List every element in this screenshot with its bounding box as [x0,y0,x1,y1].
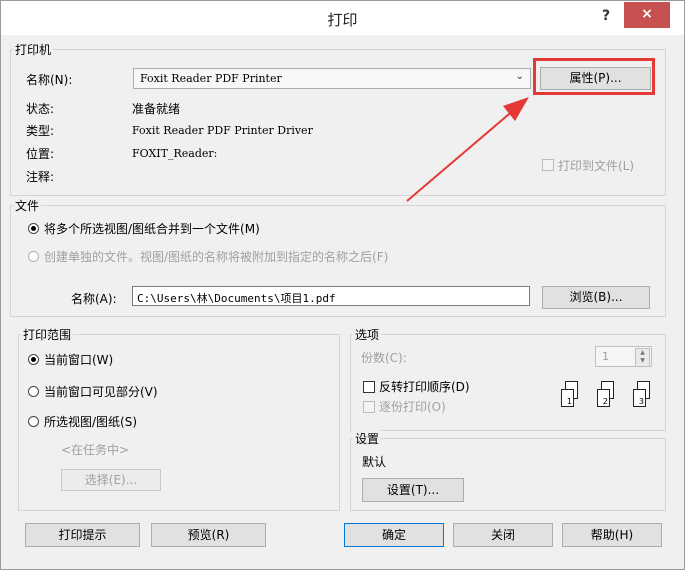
collate-pages-icon: 1 2 3 [561,381,661,417]
reverse-order-label: 反转打印顺序(D) [379,380,470,394]
collate-checkbox[interactable] [363,401,375,413]
page-number-1: 1 [566,397,572,406]
collate-label: 逐份打印(O) [379,400,446,414]
type-value: Foxit Reader PDF Printer Driver [132,124,313,137]
preview-button[interactable]: 预览(R) [151,523,266,547]
spinner-icon[interactable]: ▲ ▼ [635,348,650,367]
printer-name-select[interactable]: Foxit Reader PDF Printer ⌄ [133,68,531,89]
comment-label: 注释: [26,170,55,184]
file-name-value: C:\Users\林\Documents\项目1.pdf [137,292,336,305]
type-label: 类型: [26,124,55,138]
current-window-radio[interactable] [28,354,39,365]
copies-input[interactable]: 1 ▲ ▼ [595,346,652,367]
print-to-file-label: 打印到文件(L) [558,159,635,173]
copies-label: 份数(C): [361,351,407,365]
location-value: FOXIT_Reader: [132,147,218,160]
file-name-input[interactable]: C:\Users\林\Documents\项目1.pdf [132,286,530,306]
dialog-title: 打印 [327,11,358,29]
properties-highlight-box [533,58,655,95]
file-name-label: 名称(A): [71,292,117,306]
settings-button[interactable]: 设置(T)... [362,478,464,502]
status-label: 状态: [26,102,55,116]
browse-button[interactable]: 浏览(B)... [542,286,650,309]
separate-file-label: 创建单独的文件。视图/图纸的名称将被附加到指定的名称之后(F) [44,250,389,264]
chevron-down-icon: ⌄ [515,71,524,82]
current-window-label: 当前窗口(W) [44,353,114,367]
select-button[interactable]: 选择(E)... [61,469,161,491]
printer-name-value: Foxit Reader PDF Printer [140,72,282,85]
separate-file-radio[interactable] [28,251,39,262]
reverse-order-checkbox[interactable] [363,381,375,393]
print-tips-button[interactable]: 打印提示 [25,523,140,547]
help-icon[interactable]: ? [595,5,617,27]
print-range-label: 打印范围 [21,326,74,343]
print-to-file-checkbox[interactable] [542,159,554,171]
print-dialog: 打印 ? × 打印机 名称(N): Foxit Reader PDF Print… [0,0,685,570]
page-number-2: 2 [602,397,608,406]
close-button[interactable]: × [624,2,670,28]
page-icon-3: 3 [633,389,646,407]
settings-label: 设置 [353,430,382,447]
settings-value: 默认 [362,455,387,469]
printer-name-label: 名称(N): [26,73,73,87]
copies-value: 1 [602,350,609,363]
combine-file-radio[interactable] [28,223,39,234]
annotation-arrow [406,97,529,202]
location-label: 位置: [26,147,55,161]
combine-file-label: 将多个所选视图/图纸合并到一个文件(M) [44,222,260,236]
page-icon-2: 2 [597,389,610,407]
ok-button[interactable]: 确定 [344,523,444,547]
visible-part-radio[interactable] [28,386,39,397]
printer-group-label: 打印机 [13,41,54,58]
selected-views-label: 所选视图/图纸(S) [44,415,138,429]
page-number-3: 3 [638,397,644,406]
visible-part-label: 当前窗口可见部分(V) [44,385,158,399]
help-button[interactable]: 帮助(H) [562,523,662,547]
status-value: 准备就绪 [132,102,181,116]
selected-views-radio[interactable] [28,416,39,427]
in-task-label: <在任务中> [61,443,130,457]
options-label: 选项 [353,326,382,343]
close-dialog-button[interactable]: 关闭 [453,523,553,547]
title-bar: 打印 ? × [1,1,684,35]
file-group-label: 文件 [13,197,42,214]
page-icon-1: 1 [561,389,574,407]
